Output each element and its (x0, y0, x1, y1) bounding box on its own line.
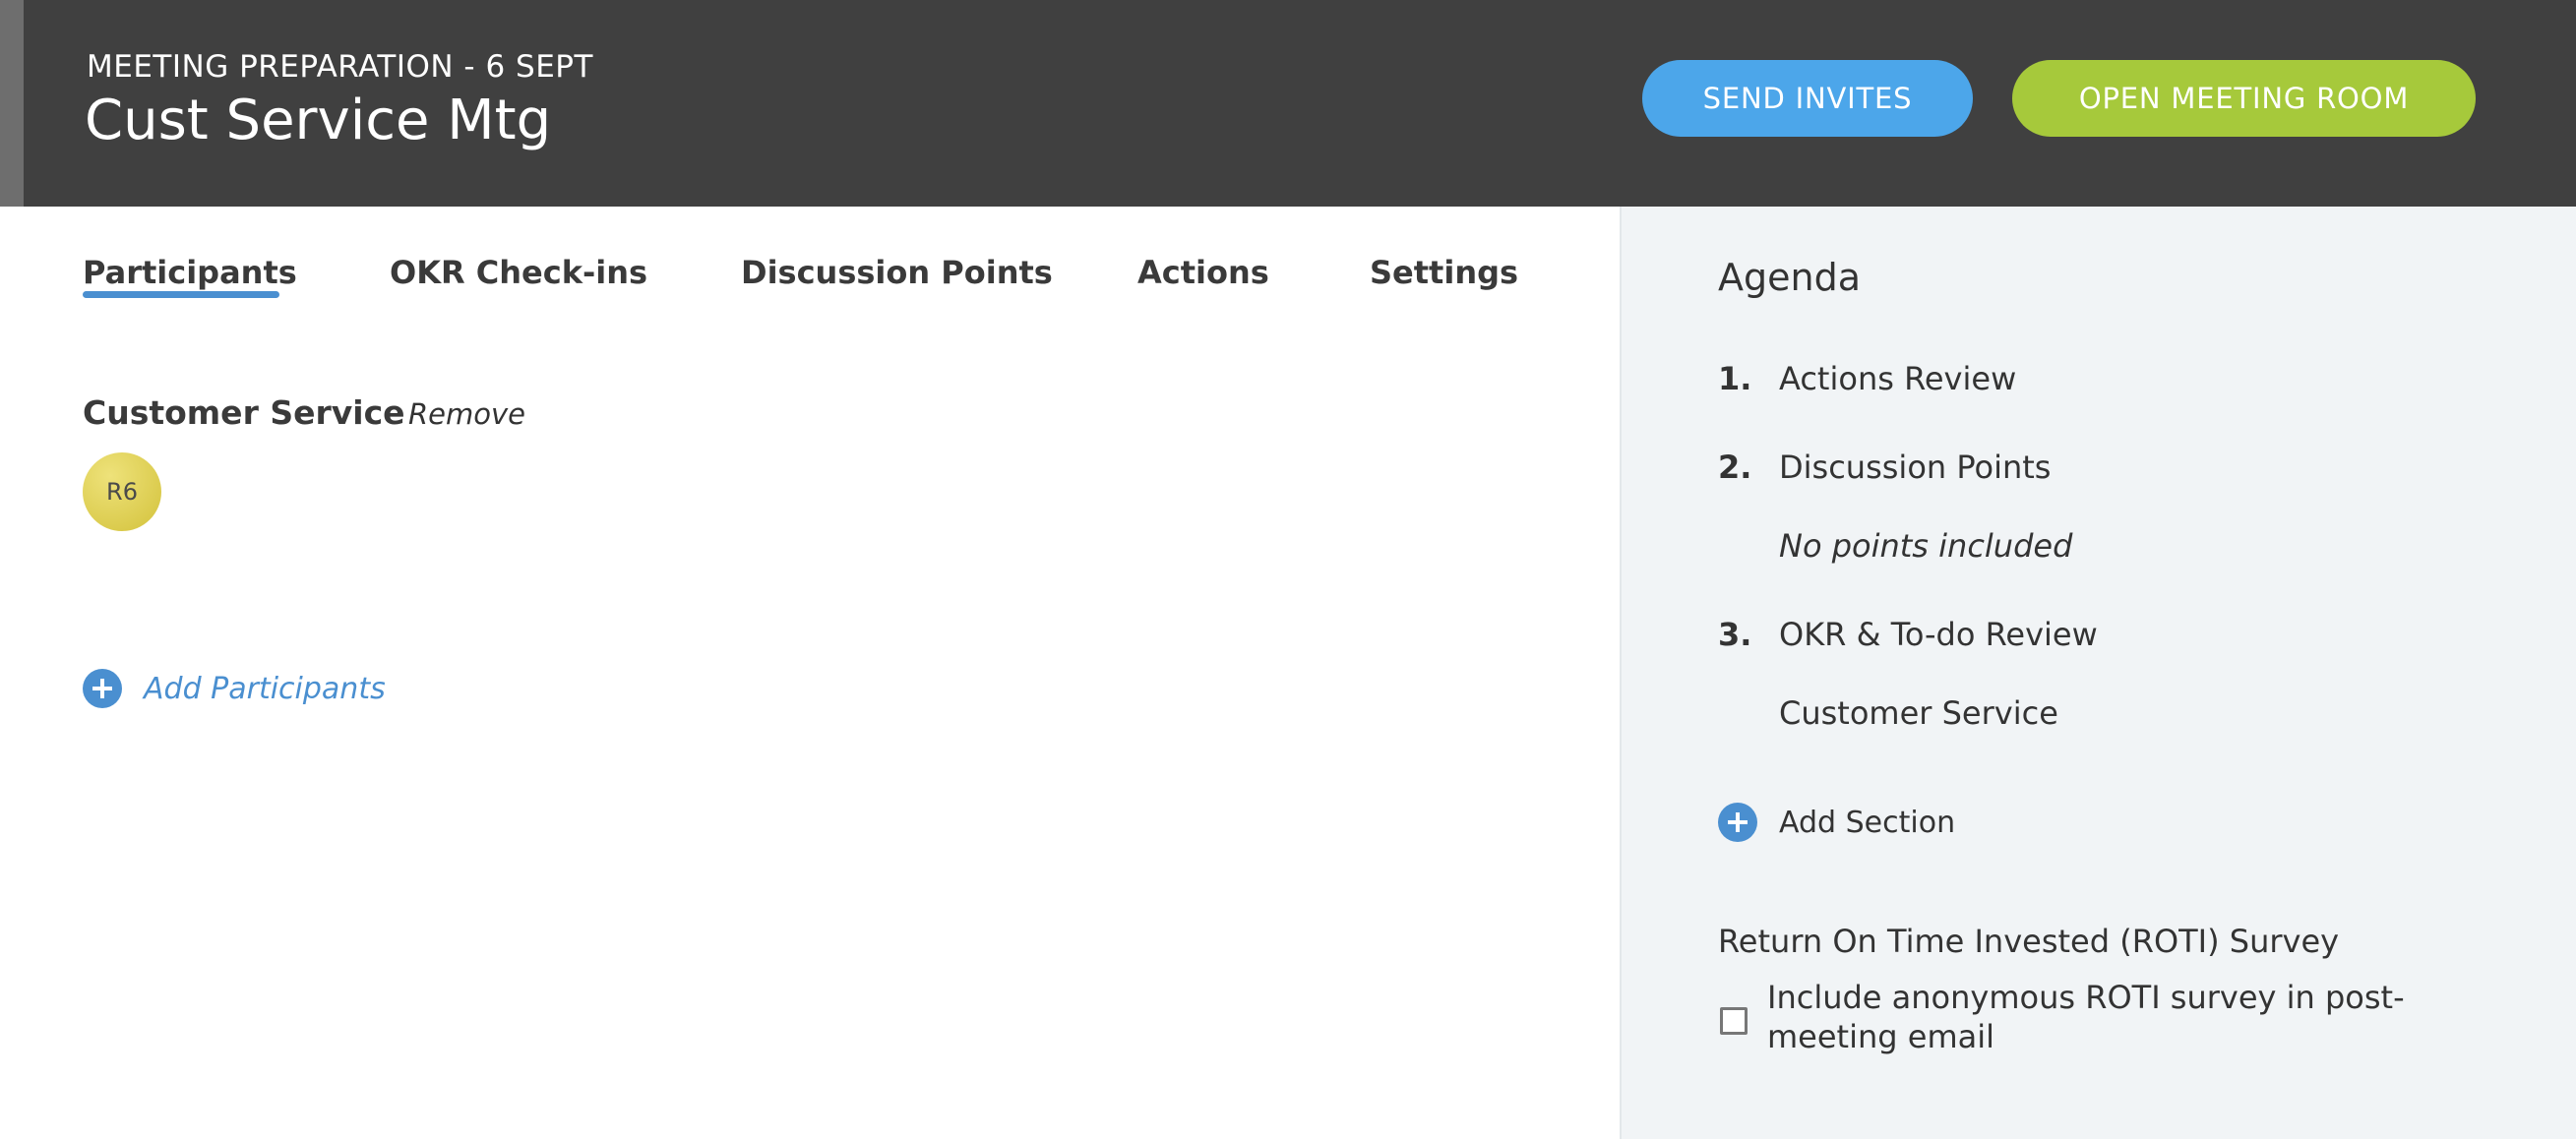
agenda-item-discussion-points: Discussion Points (1779, 449, 2052, 486)
agenda-item-note: Customer Service (1779, 694, 2058, 732)
roti-survey-heading: Return On Time Invested (ROTI) Survey (1718, 923, 2340, 960)
roti-survey-checkbox-label[interactable]: Include anonymous ROTI survey in post-me… (1767, 978, 2476, 1056)
header-edge-strip (0, 0, 24, 207)
page-subtitle: MEETING PREPARATION - 6 SEPT (87, 49, 593, 85)
tab-discussion-points[interactable]: Discussion Points (741, 254, 1053, 291)
agenda-item-actions-review: Actions Review (1779, 360, 2017, 397)
remove-group-link[interactable]: Remove (408, 397, 525, 431)
tab-actions[interactable]: Actions (1137, 254, 1269, 291)
open-meeting-room-button[interactable]: OPEN MEETING ROOM (2012, 60, 2476, 137)
header-bar: MEETING PREPARATION - 6 SEPT Cust Servic… (0, 0, 2576, 207)
agenda-item-okr-review: OKR & To-do Review (1779, 616, 2098, 653)
plus-circle-icon (1718, 803, 1757, 842)
agenda-item-number: 2. (1718, 449, 1752, 486)
agenda-panel: Agenda 1. Actions Review 2. Discussion P… (1620, 207, 2576, 1139)
add-participants-button[interactable]: Add Participants (83, 669, 386, 708)
meeting-preparation-page: MEETING PREPARATION - 6 SEPT Cust Servic… (0, 0, 2576, 1139)
active-tab-indicator (83, 291, 279, 298)
page-title: Cust Service Mtg (85, 89, 552, 152)
avatar[interactable]: R6 (83, 452, 161, 531)
agenda-item-number: 3. (1718, 616, 1752, 653)
add-participants-label: Add Participants (144, 671, 386, 706)
add-section-label: Add Section (1779, 805, 1956, 840)
agenda-item-note: No points included (1779, 527, 2073, 565)
participant-group-label: Customer Service (83, 393, 405, 432)
agenda-title: Agenda (1718, 256, 1861, 299)
tab-okr-check-ins[interactable]: OKR Check-ins (390, 254, 647, 291)
plus-circle-icon (83, 669, 122, 708)
tab-settings[interactable]: Settings (1370, 254, 1518, 291)
roti-survey-checkbox[interactable] (1720, 1007, 1748, 1035)
tab-participants[interactable]: Participants (83, 254, 297, 291)
send-invites-button[interactable]: SEND INVITES (1642, 60, 1973, 137)
agenda-item-number: 1. (1718, 360, 1752, 397)
add-section-button[interactable]: Add Section (1718, 803, 1955, 842)
